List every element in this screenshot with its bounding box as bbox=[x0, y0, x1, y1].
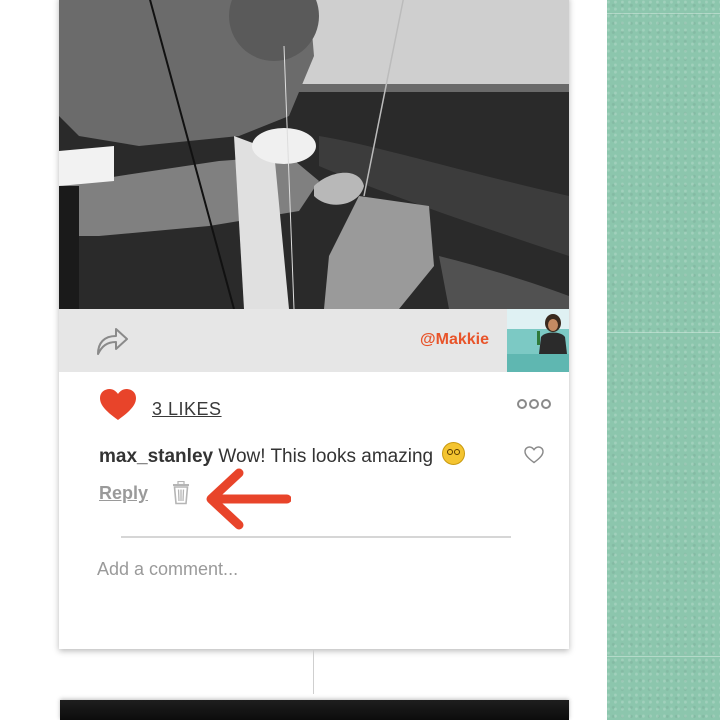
trash-icon[interactable] bbox=[171, 481, 191, 505]
post-photo[interactable] bbox=[59, 0, 569, 309]
more-options-icon[interactable] bbox=[517, 398, 551, 410]
background-panel bbox=[607, 0, 720, 720]
share-arrow-icon[interactable] bbox=[94, 323, 130, 357]
star-struck-emoji-icon bbox=[442, 442, 466, 465]
timeline-connector bbox=[313, 649, 314, 694]
next-post-card[interactable] bbox=[60, 700, 569, 720]
likes-count-link[interactable]: 3 LIKES bbox=[152, 399, 222, 420]
post-action-bar: @Makkie bbox=[59, 309, 569, 372]
tagged-username[interactable]: @Makkie bbox=[420, 331, 489, 349]
heart-filled-icon[interactable] bbox=[99, 388, 137, 422]
annotation-arrow-icon bbox=[206, 468, 291, 530]
heart-outline-icon[interactable] bbox=[524, 446, 544, 464]
comment-body: Wow! This looks amazing bbox=[218, 446, 434, 467]
comment-username[interactable]: max_stanley bbox=[99, 446, 213, 467]
add-comment-input[interactable]: Add a comment... bbox=[97, 559, 238, 580]
post-card: @Makkie 3 LIKES max_stanley Wow! This lo… bbox=[59, 0, 569, 649]
user-avatar[interactable] bbox=[507, 309, 569, 372]
reply-button[interactable]: Reply bbox=[99, 483, 148, 504]
comment-divider bbox=[121, 536, 511, 538]
